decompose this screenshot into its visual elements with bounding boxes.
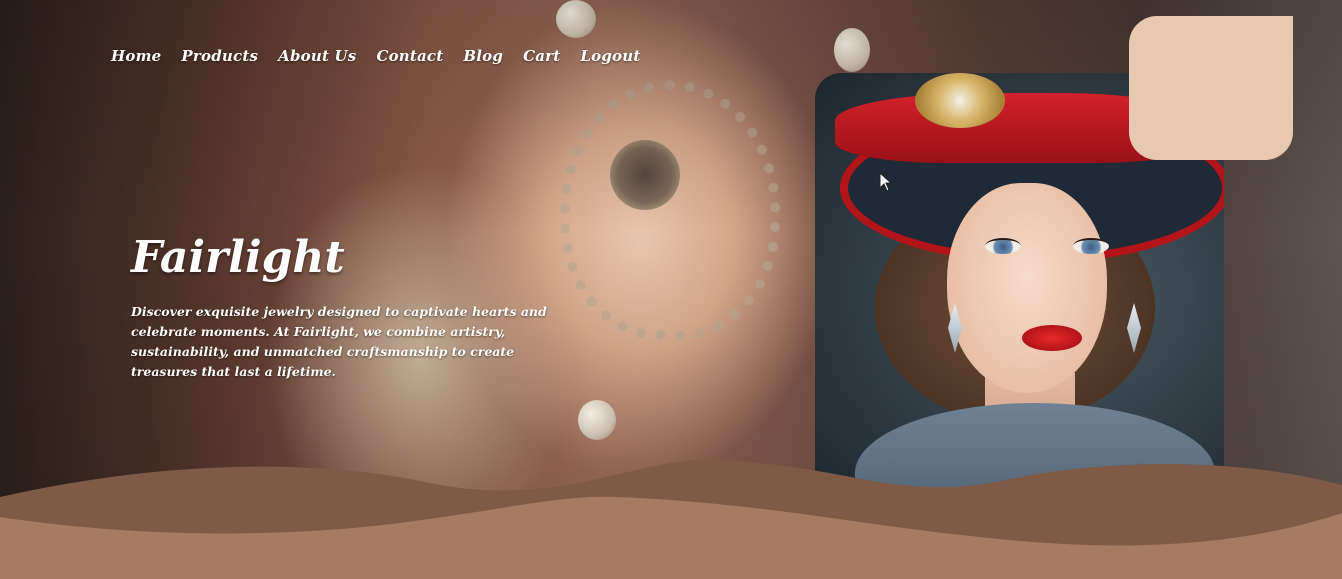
nav-link-about-us[interactable]: About Us — [278, 47, 356, 65]
hero-tagline: Discover exquisite jewelry designed to c… — [131, 304, 547, 379]
main-navigation: Home Products About Us Contact Blog Cart… — [111, 47, 640, 65]
pearl-earring — [834, 28, 870, 72]
decorative-corner-card — [1129, 16, 1293, 160]
portrait-eye-right — [1073, 238, 1109, 254]
nav-link-home[interactable]: Home — [111, 47, 161, 65]
portrait-eye-left — [985, 238, 1021, 254]
pendant-decoration — [610, 140, 680, 210]
nav-link-products[interactable]: Products — [181, 47, 258, 65]
portrait-face — [947, 183, 1107, 393]
portrait-hat-flower — [915, 73, 1005, 128]
nav-link-blog[interactable]: Blog — [463, 47, 503, 65]
pearl-pendant — [578, 400, 616, 440]
mouse-cursor-icon — [879, 172, 893, 192]
bottom-wave-decoration — [0, 459, 1342, 579]
portrait-lips — [1022, 325, 1082, 351]
nav-link-contact[interactable]: Contact — [376, 47, 443, 65]
nav-link-logout[interactable]: Logout — [580, 47, 640, 65]
necklace-decoration — [560, 80, 780, 340]
brand-title: Fairlight — [131, 232, 345, 283]
nav-link-cart[interactable]: Cart — [523, 47, 560, 65]
pearl-earring — [556, 0, 596, 38]
